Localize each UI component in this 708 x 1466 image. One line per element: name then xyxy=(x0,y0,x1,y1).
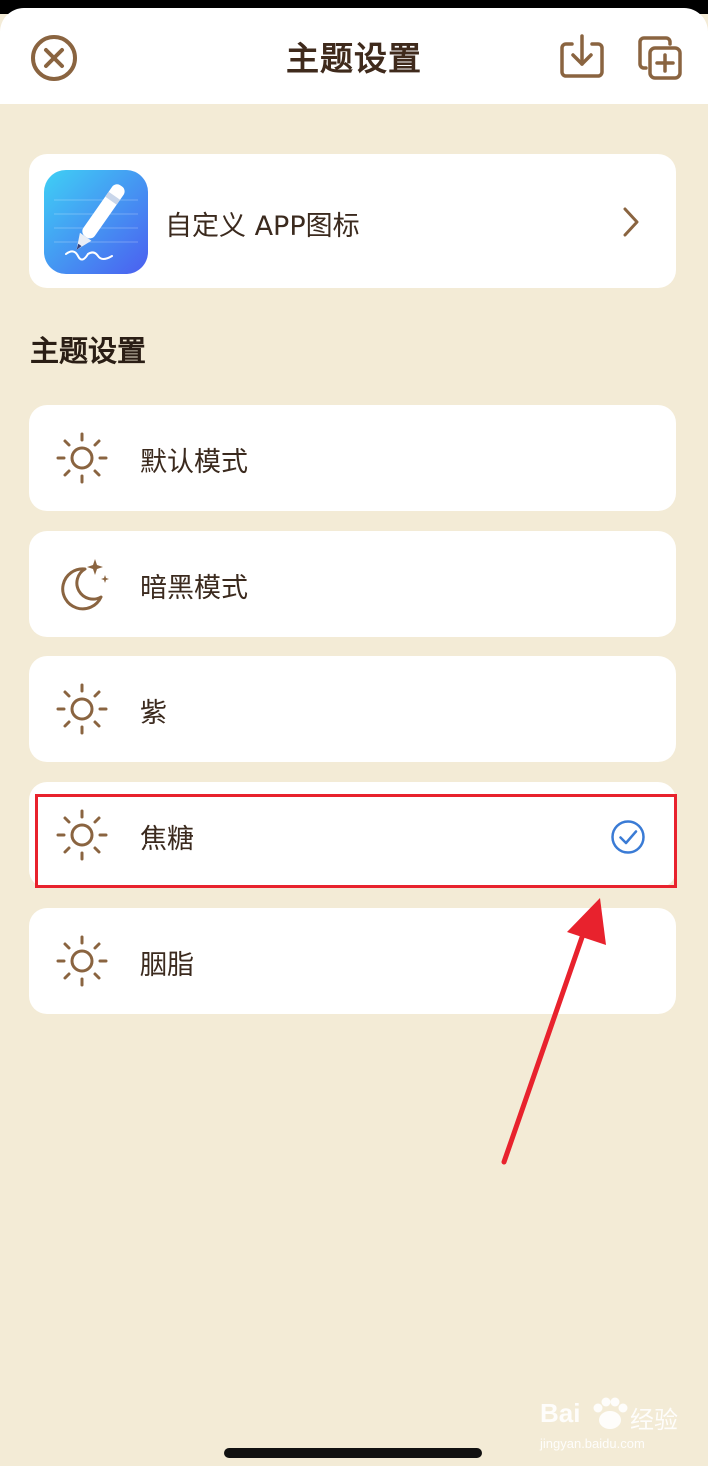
theme-row-purple[interactable]: 紫 xyxy=(29,656,676,762)
download-tray-icon xyxy=(560,34,604,78)
theme-row-default[interactable]: 默认模式 xyxy=(29,405,676,511)
pen-app-icon xyxy=(44,170,148,274)
moon-stars-icon xyxy=(61,559,109,611)
theme-label-default: 默认模式 xyxy=(140,447,248,478)
watermark-text-2: 经验 xyxy=(630,1407,678,1434)
sun-icon xyxy=(56,432,108,484)
chevron-right-icon xyxy=(623,207,639,237)
import-button[interactable] xyxy=(554,28,610,90)
watermark-url: jingyan.baidu.com xyxy=(540,1436,645,1451)
add-copy-icon xyxy=(638,36,682,80)
home-indicator[interactable] xyxy=(224,1448,482,1458)
custom-app-icon-label: 自定义 APP图标 xyxy=(165,211,360,242)
watermark-text-1: Bai xyxy=(540,1398,581,1428)
theme-label-rouge: 胭脂 xyxy=(140,950,194,981)
annotation-highlight-box xyxy=(35,794,677,888)
baidu-watermark: Bai 经验 jingyan.baidu.com xyxy=(540,1390,690,1460)
section-heading: 主题设置 xyxy=(30,334,147,368)
theme-row-rouge[interactable]: 胭脂 xyxy=(29,908,676,1014)
add-theme-button[interactable] xyxy=(632,28,688,90)
theme-label-dark: 暗黑模式 xyxy=(140,573,248,604)
custom-app-icon-card[interactable]: 自定义 APP图标 xyxy=(29,154,676,288)
theme-row-dark[interactable]: 暗黑模式 xyxy=(29,531,676,637)
sun-icon xyxy=(56,683,108,735)
paw-logo xyxy=(593,1397,628,1429)
theme-label-purple: 紫 xyxy=(140,698,167,729)
sun-icon xyxy=(56,935,108,987)
